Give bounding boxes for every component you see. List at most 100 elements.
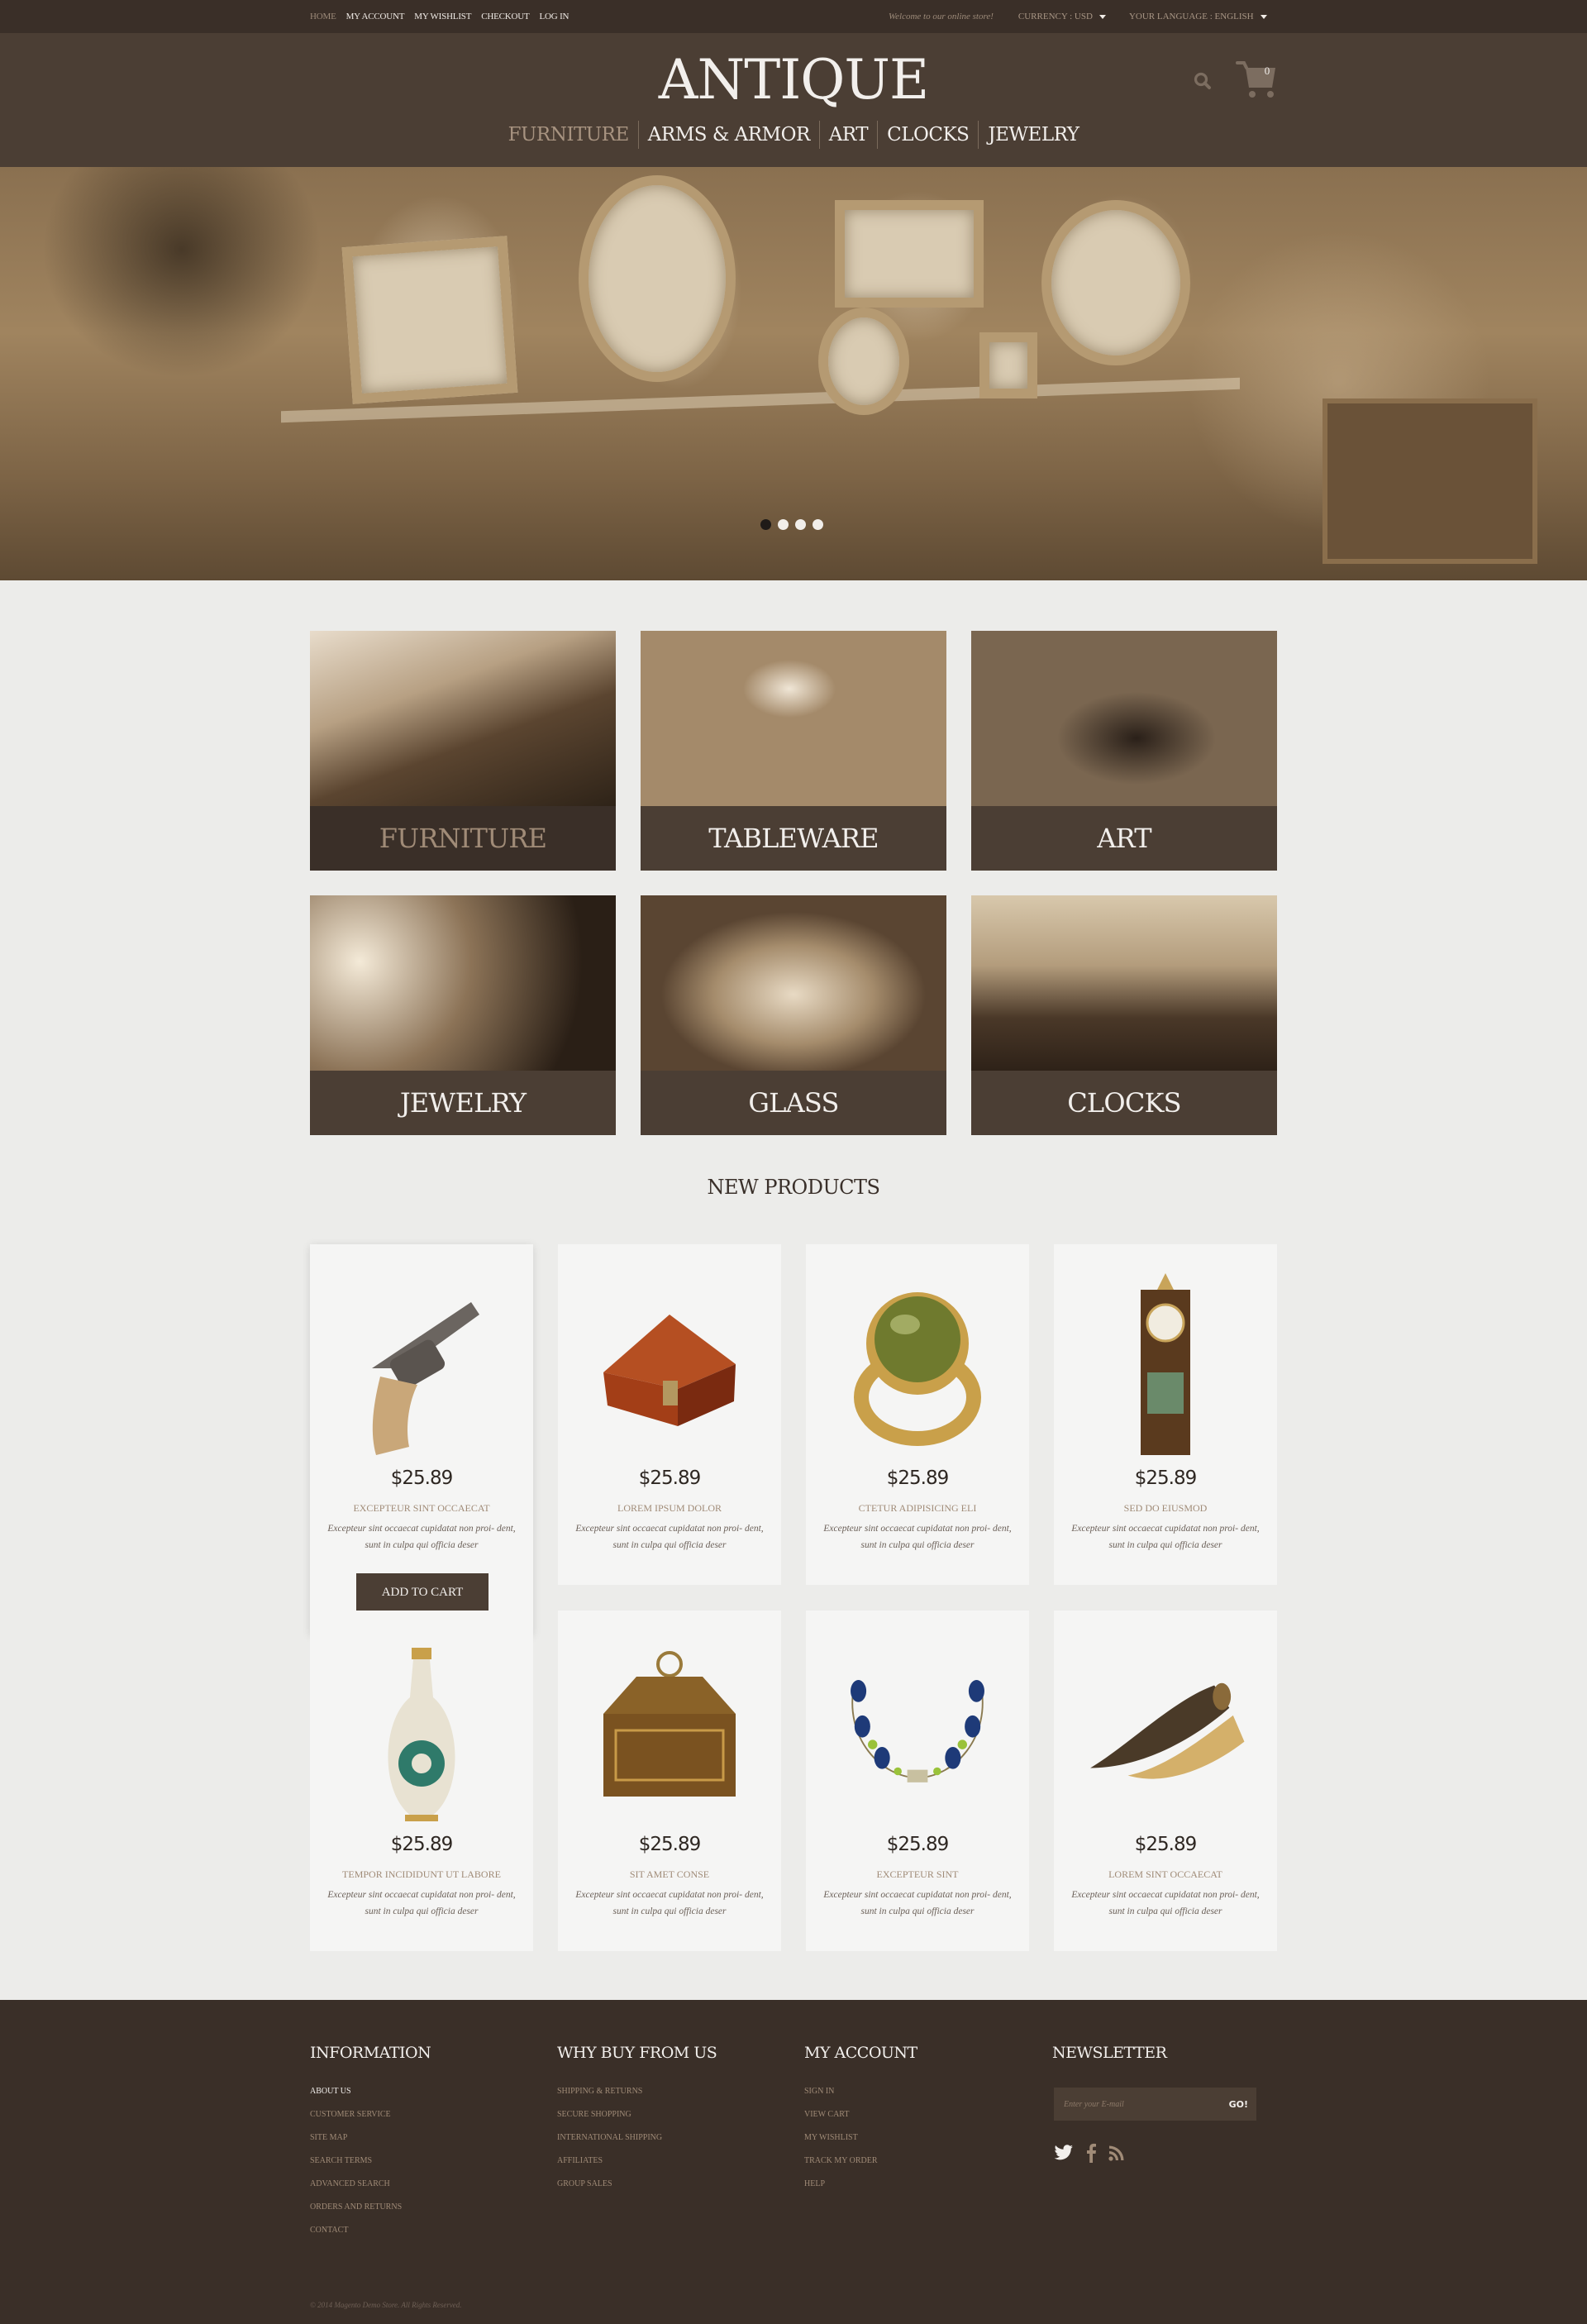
category-label: JEWELRY	[310, 1071, 616, 1135]
facebook-icon[interactable]	[1085, 2143, 1097, 2163]
footer-link-sign-in[interactable]: SIGN IN	[804, 2080, 917, 2103]
product-name[interactable]: LOREM SINT OCCAECAT	[1054, 1868, 1277, 1881]
hero-slider[interactable]	[0, 167, 1587, 580]
footer-link-secure-shopping[interactable]: SECURE SHOPPING	[557, 2103, 717, 2126]
category-image	[641, 895, 946, 1071]
twitter-icon[interactable]	[1054, 2145, 1074, 2161]
hero-frame-1	[341, 236, 518, 404]
nav-clocks[interactable]: CLOCKS	[877, 121, 978, 149]
top-link-log-in[interactable]: LOG IN	[540, 12, 570, 21]
top-link-checkout[interactable]: CHECKOUT	[481, 12, 529, 21]
product-card[interactable]: $25.89 SIT AMET CONSE Excepteur sint occ…	[558, 1611, 781, 1951]
product-card[interactable]: $25.89 SED DO EIUSMOD Excepteur sint occ…	[1054, 1244, 1277, 1585]
footer-link-customer-service[interactable]: CUSTOMER SERVICE	[310, 2103, 431, 2126]
category-image	[310, 631, 616, 806]
product-description: Excepteur sint occaecat cupidatat non pr…	[327, 1890, 516, 1916]
product-image-bead-necklace[interactable]	[835, 1627, 1000, 1834]
slider-dot-1[interactable]	[760, 519, 771, 530]
product-image-mantel-clock[interactable]	[1083, 1261, 1248, 1467]
product-card[interactable]: $25.89 CTETUR ADIPISICING ELI Excepteur …	[806, 1244, 1029, 1585]
rss-icon[interactable]	[1108, 2145, 1125, 2161]
top-link-home[interactable]: HOME	[310, 12, 336, 21]
category-label: TABLEWARE	[641, 806, 946, 871]
product-name[interactable]: SIT AMET CONSE	[558, 1868, 781, 1881]
product-card[interactable]: $25.89 LOREM IPSUM DOLOR Excepteur sint …	[558, 1244, 781, 1585]
footer-link-track-order[interactable]: TRACK MY ORDER	[804, 2150, 917, 2173]
product-image-ornate-box[interactable]	[587, 1627, 752, 1834]
footer-column-newsletter: NEWSLETTER	[1052, 2044, 1167, 2080]
category-label: CLOCKS	[971, 1071, 1277, 1135]
welcome-message: Welcome to our online store!	[889, 12, 994, 21]
footer-link-help[interactable]: HELP	[804, 2173, 917, 2196]
product-price: $25.89	[1134, 1467, 1197, 1489]
category-image	[971, 895, 1277, 1071]
top-link-my-account[interactable]: MY ACCOUNT	[346, 12, 405, 21]
product-name[interactable]: LOREM IPSUM DOLOR	[558, 1502, 781, 1515]
footer-link-shipping-returns[interactable]: SHIPPING & RETURNS	[557, 2080, 717, 2103]
product-image-wooden-chest[interactable]	[587, 1261, 752, 1467]
nav-art[interactable]: ART	[818, 121, 877, 149]
language-dropdown[interactable]: YOUR LANGUAGE : ENGLISH	[1129, 12, 1267, 21]
product-price: $25.89	[638, 1467, 701, 1489]
product-price: $25.89	[390, 1467, 453, 1489]
category-tableware[interactable]: TABLEWARE	[641, 631, 946, 871]
product-name[interactable]: TEMPOR INCIDIDUNT UT LABORE	[310, 1868, 533, 1881]
product-image-gem-ring[interactable]	[835, 1261, 1000, 1467]
footer-heading: INFORMATION	[310, 2044, 431, 2062]
product-image-revolver[interactable]	[339, 1261, 504, 1467]
footer-link-search-terms[interactable]: SEARCH TERMS	[310, 2150, 431, 2173]
category-jewelry[interactable]: JEWELRY	[310, 895, 616, 1135]
nav-arms-armor[interactable]: ARMS & ARMOR	[637, 121, 819, 149]
category-art[interactable]: ART	[971, 631, 1277, 871]
site-logo[interactable]: ANTIQUE	[0, 43, 1587, 117]
footer-link-advanced-search[interactable]: ADVANCED SEARCH	[310, 2173, 431, 2196]
cart-count: 0	[1264, 64, 1270, 77]
nav-jewelry[interactable]: JEWELRY	[978, 121, 1088, 149]
top-links: HOME MY ACCOUNT MY WISHLIST CHECKOUT LOG…	[310, 0, 569, 33]
product-card[interactable]: $25.89 TEMPOR INCIDIDUNT UT LABORE Excep…	[310, 1611, 533, 1951]
currency-dropdown[interactable]: CURRENCY : USD	[1018, 12, 1106, 21]
product-name[interactable]: EXCEPTEUR SINT OCCAECAT	[310, 1502, 533, 1515]
slider-dot-2[interactable]	[778, 519, 789, 530]
footer-link-affiliates[interactable]: AFFILIATES	[557, 2150, 717, 2173]
newsletter-form: GO!	[1054, 2088, 1256, 2121]
product-name[interactable]: SED DO EIUSMOD	[1054, 1502, 1277, 1515]
newsletter-submit-button[interactable]: GO!	[1221, 2099, 1256, 2110]
category-glass[interactable]: GLASS	[641, 895, 946, 1135]
newsletter-email-input[interactable]	[1054, 2088, 1221, 2121]
footer-link-about-us[interactable]: ABOUT US	[310, 2080, 431, 2103]
footer-link-group-sales[interactable]: GROUP SALES	[557, 2173, 717, 2196]
product-description: Excepteur sint occaecat cupidatat non pr…	[823, 1890, 1012, 1916]
product-card[interactable]: $25.89 LOREM SINT OCCAECAT Excepteur sin…	[1054, 1611, 1277, 1951]
footer-link-site-map[interactable]: SITE MAP	[310, 2126, 431, 2150]
top-link-my-wishlist[interactable]: MY WISHLIST	[414, 12, 471, 21]
product-price: $25.89	[886, 1834, 949, 1855]
language-label: YOUR LANGUAGE : ENGLISH	[1128, 12, 1254, 21]
footer-link-international-shipping[interactable]: INTERNATIONAL SHIPPING	[557, 2126, 717, 2150]
product-card[interactable]: $25.89 EXCEPTEUR SINT Excepteur sint occ…	[806, 1611, 1029, 1951]
nav-furniture[interactable]: FURNITURE	[499, 121, 638, 149]
footer-heading: MY ACCOUNT	[804, 2044, 917, 2062]
footer	[0, 2000, 1587, 2324]
footer-column-why-buy: WHY BUY FROM US SHIPPING & RETURNS SECUR…	[557, 2044, 717, 2196]
add-to-cart-button[interactable]: ADD TO CART	[356, 1573, 488, 1611]
footer-link-my-wishlist[interactable]: MY WISHLIST	[804, 2126, 917, 2150]
footer-link-contact[interactable]: CONTACT	[310, 2219, 431, 2242]
footer-link-orders-returns[interactable]: ORDERS AND RETURNS	[310, 2196, 431, 2219]
product-name[interactable]: EXCEPTEUR SINT	[806, 1868, 1029, 1881]
search-icon[interactable]	[1193, 71, 1213, 91]
slider-dot-4[interactable]	[813, 519, 823, 530]
product-image-powder-horn[interactable]	[1083, 1627, 1248, 1834]
footer-heading: NEWSLETTER	[1052, 2044, 1167, 2062]
product-description: Excepteur sint occaecat cupidatat non pr…	[1071, 1524, 1260, 1550]
footer-link-view-cart[interactable]: VIEW CART	[804, 2103, 917, 2126]
category-clocks[interactable]: CLOCKS	[971, 895, 1277, 1135]
slider-dot-3[interactable]	[795, 519, 806, 530]
main-nav: FURNITURE ARMS & ARMOR ART CLOCKS JEWELR…	[0, 121, 1587, 149]
product-image-vase[interactable]	[339, 1627, 504, 1834]
product-card[interactable]: $25.89 EXCEPTEUR SINT OCCAECAT Excepteur…	[310, 1244, 533, 1634]
product-description: Excepteur sint occaecat cupidatat non pr…	[1071, 1890, 1260, 1916]
product-name[interactable]: CTETUR ADIPISICING ELI	[806, 1502, 1029, 1515]
category-furniture[interactable]: FURNITURE	[310, 631, 616, 871]
hero-frame-3	[835, 200, 984, 308]
